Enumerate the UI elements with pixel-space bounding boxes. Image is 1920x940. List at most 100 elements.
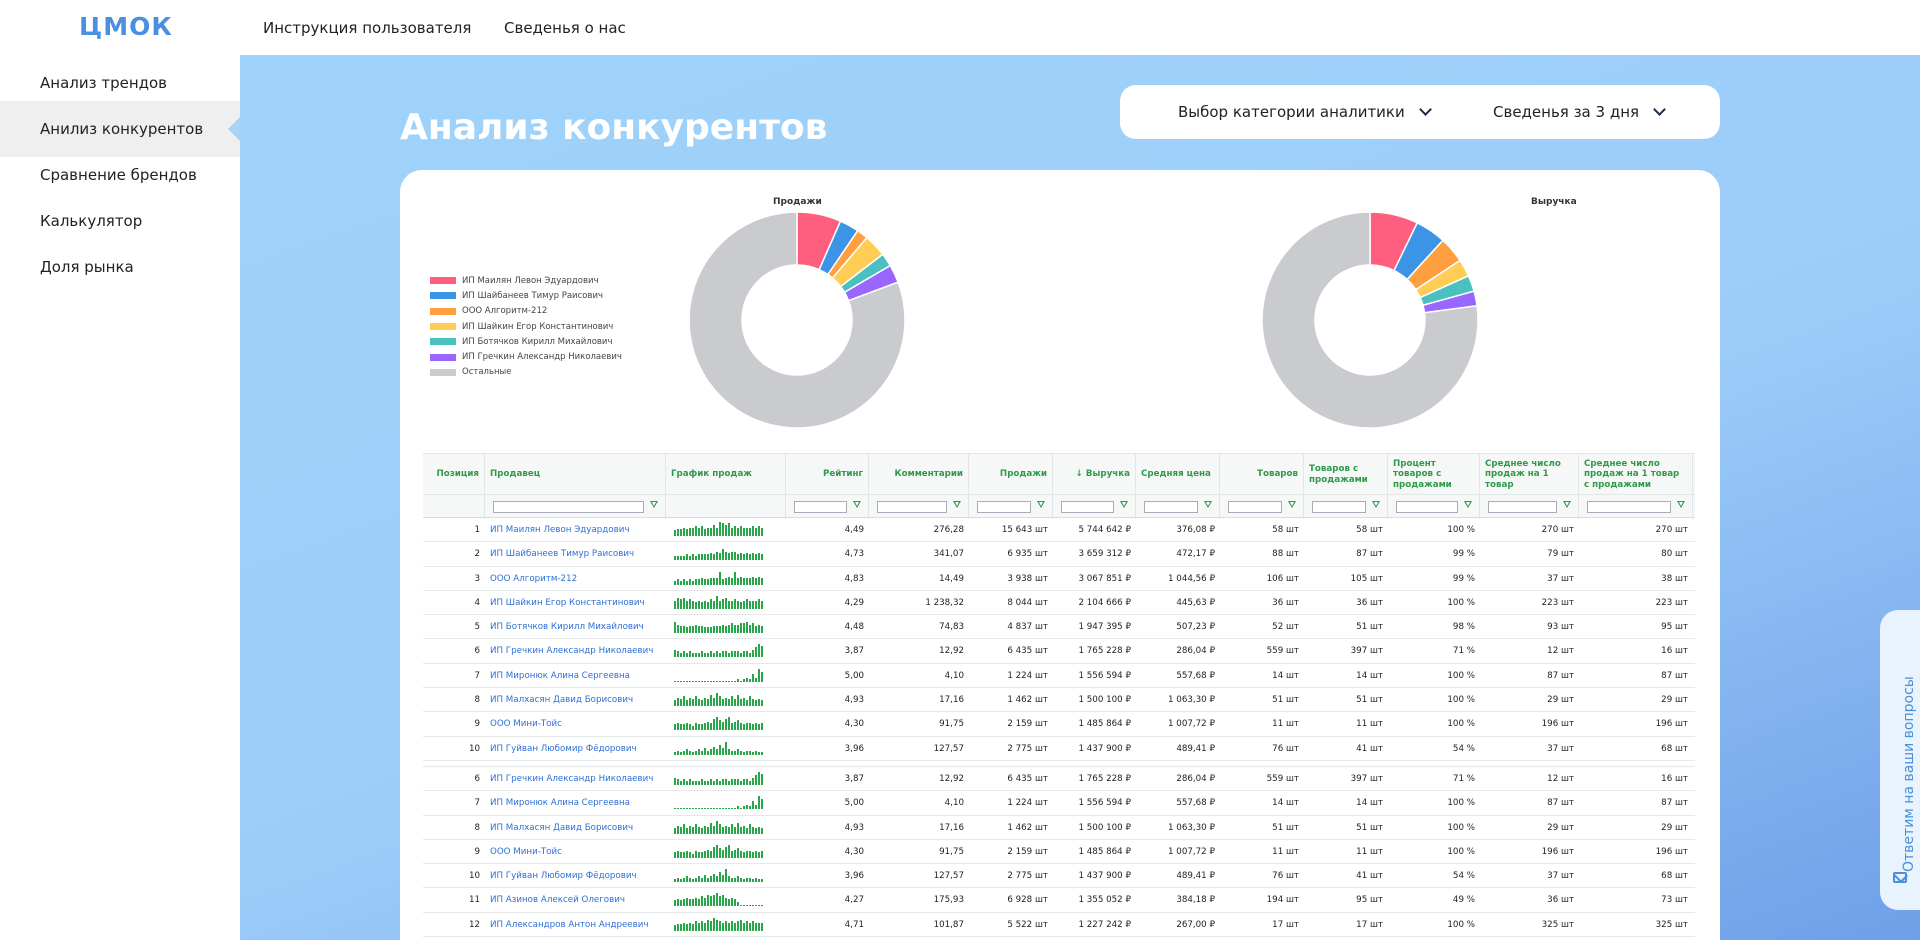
legend-item[interactable]: ИП Гречкин Александр Николаевич xyxy=(430,349,622,364)
table-header: Позиция Продавец График продаж Рейтинг Комме… xyxy=(423,453,1695,495)
column-filter-input[interactable] xyxy=(1061,501,1114,513)
filter-icon[interactable] xyxy=(650,501,658,508)
filter-icon[interactable] xyxy=(1677,501,1685,508)
cell-items_sold: 17 шт xyxy=(1356,919,1383,930)
column-header-avg-sales-per-sold-item[interactable]: Среднее число продаж на 1 товар с продаж… xyxy=(1579,454,1693,495)
table-row[interactable]: 9 ООО Мини-Тойс 4,30 91,75 2 159 шт 1 485 864… xyxy=(423,840,1695,865)
column-header-sales-chart[interactable]: График продаж xyxy=(666,454,786,495)
seller-link[interactable]: ИП Александров Антон Андреевич xyxy=(485,913,666,937)
column-filter-input[interactable] xyxy=(1312,501,1366,513)
cell-price: 445,63 ₽ xyxy=(1176,597,1215,608)
table-filter-row xyxy=(423,494,1695,519)
table-row[interactable]: 12 ИП Александров Антон Андреевич 4,71 101,… xyxy=(423,913,1695,938)
table-row[interactable]: 8 ИП Малхасян Давид Борисович 4,93 17,16 1 4… xyxy=(423,688,1695,713)
chevron-down-icon xyxy=(1418,103,1432,116)
column-header-avg-price[interactable]: Средняя цена xyxy=(1136,454,1220,495)
filter-icon[interactable] xyxy=(953,501,961,508)
cell-comments: 1 238,32 xyxy=(925,597,964,608)
cell-avg: 36 шт xyxy=(1547,895,1574,906)
column-header-items-with-sales[interactable]: Товаров с продажами xyxy=(1304,454,1388,495)
seller-link[interactable]: ИП Гуйван Любомир Фёдорович xyxy=(485,864,666,888)
column-header-revenue[interactable]: ↓ Выручка xyxy=(1053,454,1136,495)
seller-link[interactable]: ИП Шайкин Егор Константинович xyxy=(485,591,666,615)
table-row[interactable]: 1 ИП Маилян Левон Эдуардович 4,49 276,28 15 … xyxy=(423,518,1695,543)
seller-link[interactable]: ИП Гречкин Александр Николаевич xyxy=(485,639,666,663)
column-header-seller[interactable]: Продавец xyxy=(485,454,666,495)
table-row[interactable]: 11 ИП Азинов Алексей Олегович 4,27 175,93 6 … xyxy=(423,888,1695,913)
filter-icon[interactable] xyxy=(1120,501,1128,508)
seller-link[interactable]: ИП Азинов Алексей Олегович xyxy=(485,888,666,912)
table-row[interactable]: 6 ИП Гречкин Александр Николаевич 3,87 12,9… xyxy=(423,639,1695,664)
column-header-position[interactable]: Позиция xyxy=(423,454,485,495)
filter-icon[interactable] xyxy=(1563,501,1571,508)
nav-link-instructions[interactable]: Инструкция пользователя xyxy=(263,19,471,37)
filter-icon[interactable] xyxy=(1037,501,1045,508)
seller-link[interactable]: ООО Мини-Тойс xyxy=(485,712,666,736)
seller-link[interactable]: ИП Гуйван Любомир Фёдорович xyxy=(485,737,666,761)
feedback-tab[interactable]: Ответим на ваши вопросы xyxy=(1880,610,1920,910)
seller-link[interactable]: ИП Малхасян Давид Борисович xyxy=(485,688,666,712)
table-row[interactable]: 7 ИП Миронюк Алина Сергеевна 5,00 4,10 1 224… xyxy=(423,664,1695,689)
table-row[interactable]: 10 ИП Гуйван Любомир Фёдорович 3,96 127,57 2… xyxy=(423,864,1695,889)
table-row[interactable]: 7 ИП Миронюк Алина Сергеевна 5,00 4,10 1 224… xyxy=(423,791,1695,816)
cell-items: 51 шт xyxy=(1272,822,1299,833)
legend-item[interactable]: ИП Шайкин Егор Константинович xyxy=(430,319,622,334)
category-dropdown[interactable]: Выбор категории аналитики xyxy=(1178,85,1432,139)
filter-icon[interactable] xyxy=(1464,501,1472,508)
seller-link[interactable]: ООО Мини-Тойс xyxy=(485,840,666,864)
revenue-chart-title: Выручка xyxy=(1531,197,1577,207)
period-dropdown[interactable]: Сведенья за 3 дня xyxy=(1493,85,1666,139)
filter-icon[interactable] xyxy=(1288,501,1296,508)
seller-link[interactable]: ИП Миронюк Алина Сергеевна xyxy=(485,791,666,815)
column-filter-input[interactable] xyxy=(877,501,947,513)
column-header-avg-sales-per-item[interactable]: Среднее число продаж на 1 товар xyxy=(1480,454,1579,495)
filter-icon[interactable] xyxy=(853,501,861,508)
legend-item[interactable]: Остальные xyxy=(430,365,622,380)
column-header-percent-with-sales[interactable]: Процент товаров с продажами xyxy=(1388,454,1480,495)
legend-item[interactable]: ИП Шайбанеев Тимур Раисович xyxy=(430,288,622,303)
seller-link[interactable]: ИП Маилян Левон Эдуардович xyxy=(485,518,666,542)
seller-link[interactable]: ИП Миронюк Алина Сергеевна xyxy=(485,664,666,688)
sparkline-bar xyxy=(719,896,721,907)
chevron-down-icon xyxy=(1653,103,1666,116)
logo[interactable]: ЦМОК xyxy=(79,12,173,41)
filter-icon[interactable] xyxy=(1204,501,1212,508)
column-filter-input[interactable] xyxy=(493,501,644,513)
seller-link[interactable]: ИП Малхасян Давид Борисович xyxy=(485,816,666,840)
legend-swatch xyxy=(430,368,456,376)
column-filter-input[interactable] xyxy=(1488,501,1557,513)
seller-link[interactable]: ООО Алгоритм-212 xyxy=(485,567,666,591)
legend-item[interactable]: ООО Алгоритм-212 xyxy=(430,304,622,319)
nav-link-about[interactable]: Сведенья о нас xyxy=(504,19,626,37)
seller-link[interactable]: ИП Гречкин Александр Николаевич xyxy=(485,767,666,791)
column-filter-input[interactable] xyxy=(977,501,1031,513)
table-row[interactable]: 8 ИП Малхасян Давид Борисович 4,93 17,16 1 4… xyxy=(423,816,1695,840)
cell-rating: 4,93 xyxy=(844,695,864,706)
table-row[interactable]: 3 ООО Алгоритм-212 4,83 14,49 3 938 шт 3 067 … xyxy=(423,567,1695,591)
column-filter-input[interactable] xyxy=(794,501,847,513)
table-row[interactable]: 6 ИП Гречкин Александр Николаевич 3,87 12,9… xyxy=(423,767,1695,792)
column-filter-input[interactable] xyxy=(1144,501,1198,513)
sparkline-bar xyxy=(701,896,703,907)
column-filter-input[interactable] xyxy=(1396,501,1458,513)
table-row[interactable]: 10 ИП Гуйван Любомир Фёдорович 3,96 127,57 2… xyxy=(423,737,1695,761)
sparkline-bar xyxy=(761,626,763,634)
table-row[interactable]: 4 ИП Шайкин Егор Константинович 4,29 1 238,… xyxy=(423,591,1695,616)
sparkline-bar xyxy=(692,580,694,585)
table-row[interactable]: 5 ИП Ботячков Кирилл Михайлович 4,48 74,83 4… xyxy=(423,615,1695,640)
sparkline-bar xyxy=(743,905,745,907)
legend-item[interactable]: ИП Ботячков Кирилл Михайлович xyxy=(430,334,622,349)
column-header-items[interactable]: Товаров xyxy=(1220,454,1304,495)
column-header-rating[interactable]: Рейтинг xyxy=(786,454,869,495)
seller-link[interactable]: ИП Ботячков Кирилл Михайлович xyxy=(485,615,666,639)
filter-icon[interactable] xyxy=(1372,501,1380,508)
table-row[interactable]: 9 ООО Мини-Тойс 4,30 91,75 2 159 шт 1 485 864… xyxy=(423,712,1695,737)
seller-link[interactable]: ИП Шайбанеев Тимур Раисович xyxy=(485,542,666,566)
column-header-comments[interactable]: Комментарии xyxy=(869,454,969,495)
column-header-sales[interactable]: Продажи xyxy=(969,454,1053,495)
legend-item[interactable]: ИП Маилян Левон Эдуардович xyxy=(430,273,622,288)
column-filter-input[interactable] xyxy=(1587,501,1671,513)
column-filter-input[interactable] xyxy=(1228,501,1282,513)
table-row[interactable]: 2 ИП Шайбанеев Тимур Раисович 4,73 341,07 6 … xyxy=(423,542,1695,567)
sidebar-item-market-share[interactable]: Доля рынка xyxy=(0,239,240,295)
